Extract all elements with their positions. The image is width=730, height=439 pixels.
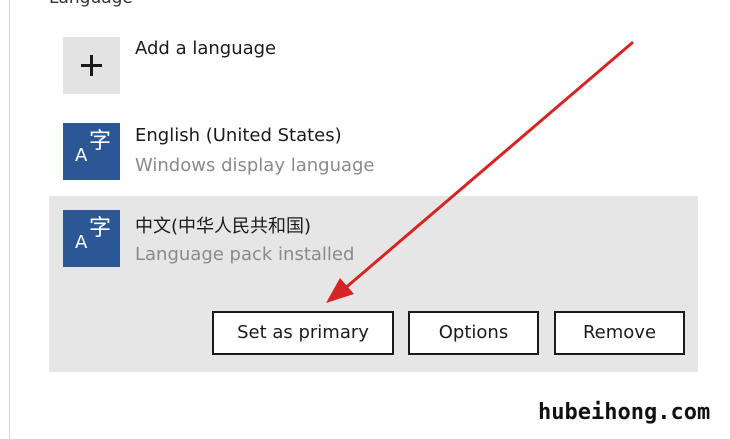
language-name: English (United States) [135,125,342,146]
language-status: Windows display language [135,155,375,176]
language-item-chinese[interactable]: A 字 中文(中华人民共和国) Language pack installed … [49,196,698,372]
language-icon: A 字 [63,123,120,180]
language-name: 中文(中华人民共和国) [135,216,312,237]
add-language-button[interactable]: Add a language [49,30,698,100]
section-header: Language [49,0,133,8]
set-as-primary-button[interactable]: Set as primary [212,311,394,355]
plus-icon [63,37,120,94]
divider [9,0,10,439]
language-status: Language pack installed [135,244,355,265]
language-settings-page: Language Add a language A 字 English (Uni… [0,0,730,439]
remove-button[interactable]: Remove [554,311,685,355]
options-button[interactable]: Options [408,311,539,355]
watermark: hubeihong.com [538,400,711,425]
language-icon: A 字 [63,210,120,267]
language-item-english[interactable]: A 字 English (United States) Windows disp… [49,113,698,189]
add-language-label: Add a language [135,38,277,59]
